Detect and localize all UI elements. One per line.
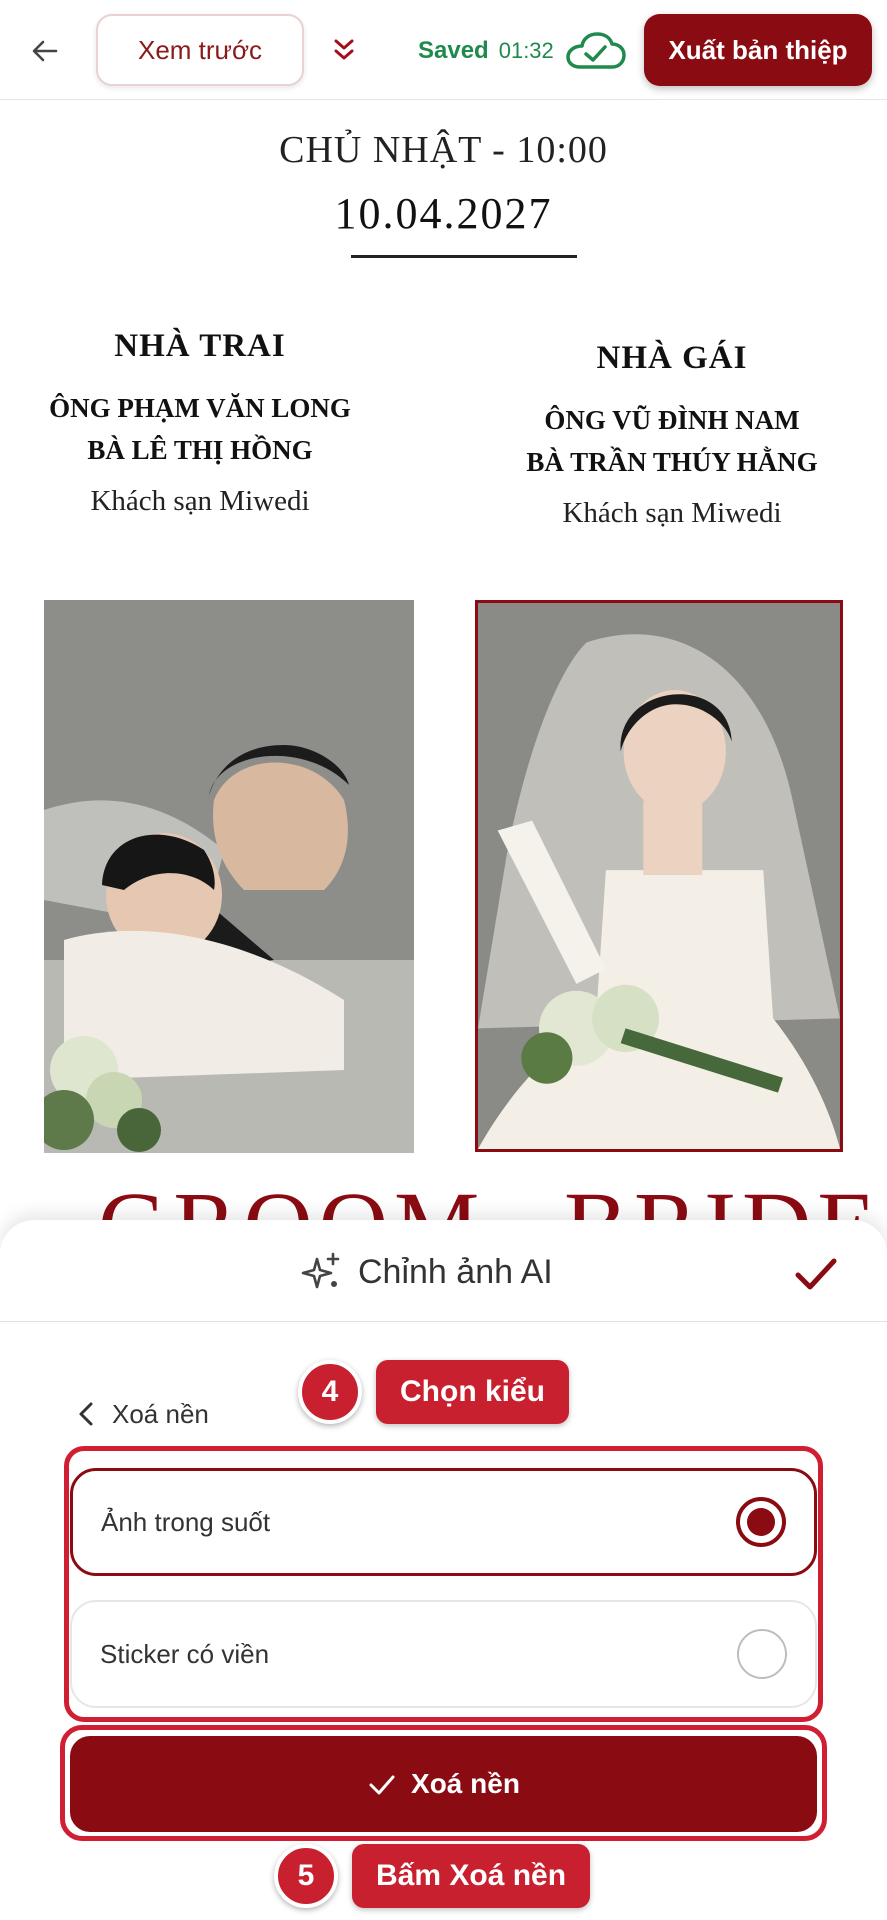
back-button[interactable]: [22, 28, 68, 74]
groom-title-word: GROOM: [98, 1170, 485, 1220]
cloud-check-icon: [566, 32, 626, 69]
step-5-label: Bấm Xoá nền: [352, 1844, 591, 1908]
sheet-header: Chỉnh ảnh AI: [0, 1220, 887, 1322]
sheet-title-text: Chỉnh ảnh AI: [358, 1252, 553, 1291]
checkmark-icon: [795, 1258, 837, 1290]
groom-father: ÔNG PHẠM VĂN LONG: [49, 393, 351, 423]
remove-bg-back-button[interactable]: Xoá nền: [76, 1394, 209, 1434]
groom-photo[interactable]: [44, 600, 414, 1153]
groom-family-title: NHÀ TRAI: [114, 328, 286, 364]
option-transparent-radio[interactable]: [736, 1497, 786, 1547]
groom-family-block: NHÀ TRAI ÔNG PHẠM VĂN LONG BÀ LÊ THỊ HỒN…: [40, 328, 360, 518]
option-transparent[interactable]: Ảnh trong suốt: [70, 1468, 817, 1576]
groom-venue: Khách sạn Miwedi: [90, 485, 310, 517]
saved-time: 01:32: [498, 38, 554, 63]
event-date: 10.04.2027: [334, 189, 553, 238]
top-bar: Xem trước Saved 01:32 Xuất bản thiệp: [0, 0, 887, 100]
option-sticker-radio[interactable]: [737, 1629, 787, 1679]
expand-button[interactable]: [322, 28, 366, 72]
confirm-button[interactable]: [790, 1248, 842, 1300]
bride-venue: Khách sạn Miwedi: [562, 497, 782, 529]
bride-mother: BÀ TRẦN THÚY HẰNG: [526, 447, 818, 477]
bride-family-block: NHÀ GÁI ÔNG VŨ ĐÌNH NAM BÀ TRẦN THÚY HẰN…: [512, 340, 832, 530]
sheet-title: Chỉnh ảnh AI: [300, 1246, 553, 1298]
remove-background-label: Xoá nền: [411, 1768, 520, 1799]
export-invitation-button[interactable]: Xuất bản thiệp: [644, 14, 872, 86]
back-arrow-icon: [32, 40, 58, 62]
preview-button[interactable]: Xem trước: [96, 14, 304, 86]
step-4-label: Chọn kiểu: [376, 1360, 570, 1424]
bride-title-word: BRIDE: [564, 1170, 882, 1220]
saved-label: Saved: [418, 37, 489, 64]
date-underline: [351, 255, 577, 258]
step-4-hint: 4 Chọn kiểu: [298, 1360, 570, 1424]
bride-father: ÔNG VŨ ĐÌNH NAM: [544, 405, 800, 435]
option-sticker[interactable]: Sticker có viền: [70, 1600, 817, 1708]
chevron-left-icon: [79, 1402, 93, 1426]
checkmark-icon: [369, 1775, 395, 1795]
bride-family-title: NHÀ GÁI: [596, 340, 748, 376]
event-day-time: CHỦ NHẬT - 10:00: [279, 129, 608, 171]
groom-mother: BÀ LÊ THỊ HỒNG: [87, 435, 313, 465]
double-chevron-down-icon: [334, 39, 354, 60]
sparkle-icon: [301, 1252, 340, 1289]
remove-background-button[interactable]: Xoá nền: [70, 1736, 817, 1832]
save-status: Saved 01:32: [418, 32, 626, 69]
remove-bg-back-label: Xoá nền: [112, 1398, 209, 1429]
option-sticker-label: Sticker có viền: [100, 1638, 270, 1669]
step-4-number: 4: [298, 1360, 362, 1424]
step-5-hint: 5 Bấm Xoá nền: [274, 1844, 591, 1908]
option-transparent-label: Ảnh trong suốt: [101, 1506, 271, 1537]
invitation-card: CHỦ NHẬT - 10:00 10.04.2027 NHÀ TRAI ÔNG…: [0, 100, 887, 1220]
bride-photo[interactable]: [475, 600, 843, 1152]
step-5-number: 5: [274, 1844, 338, 1908]
